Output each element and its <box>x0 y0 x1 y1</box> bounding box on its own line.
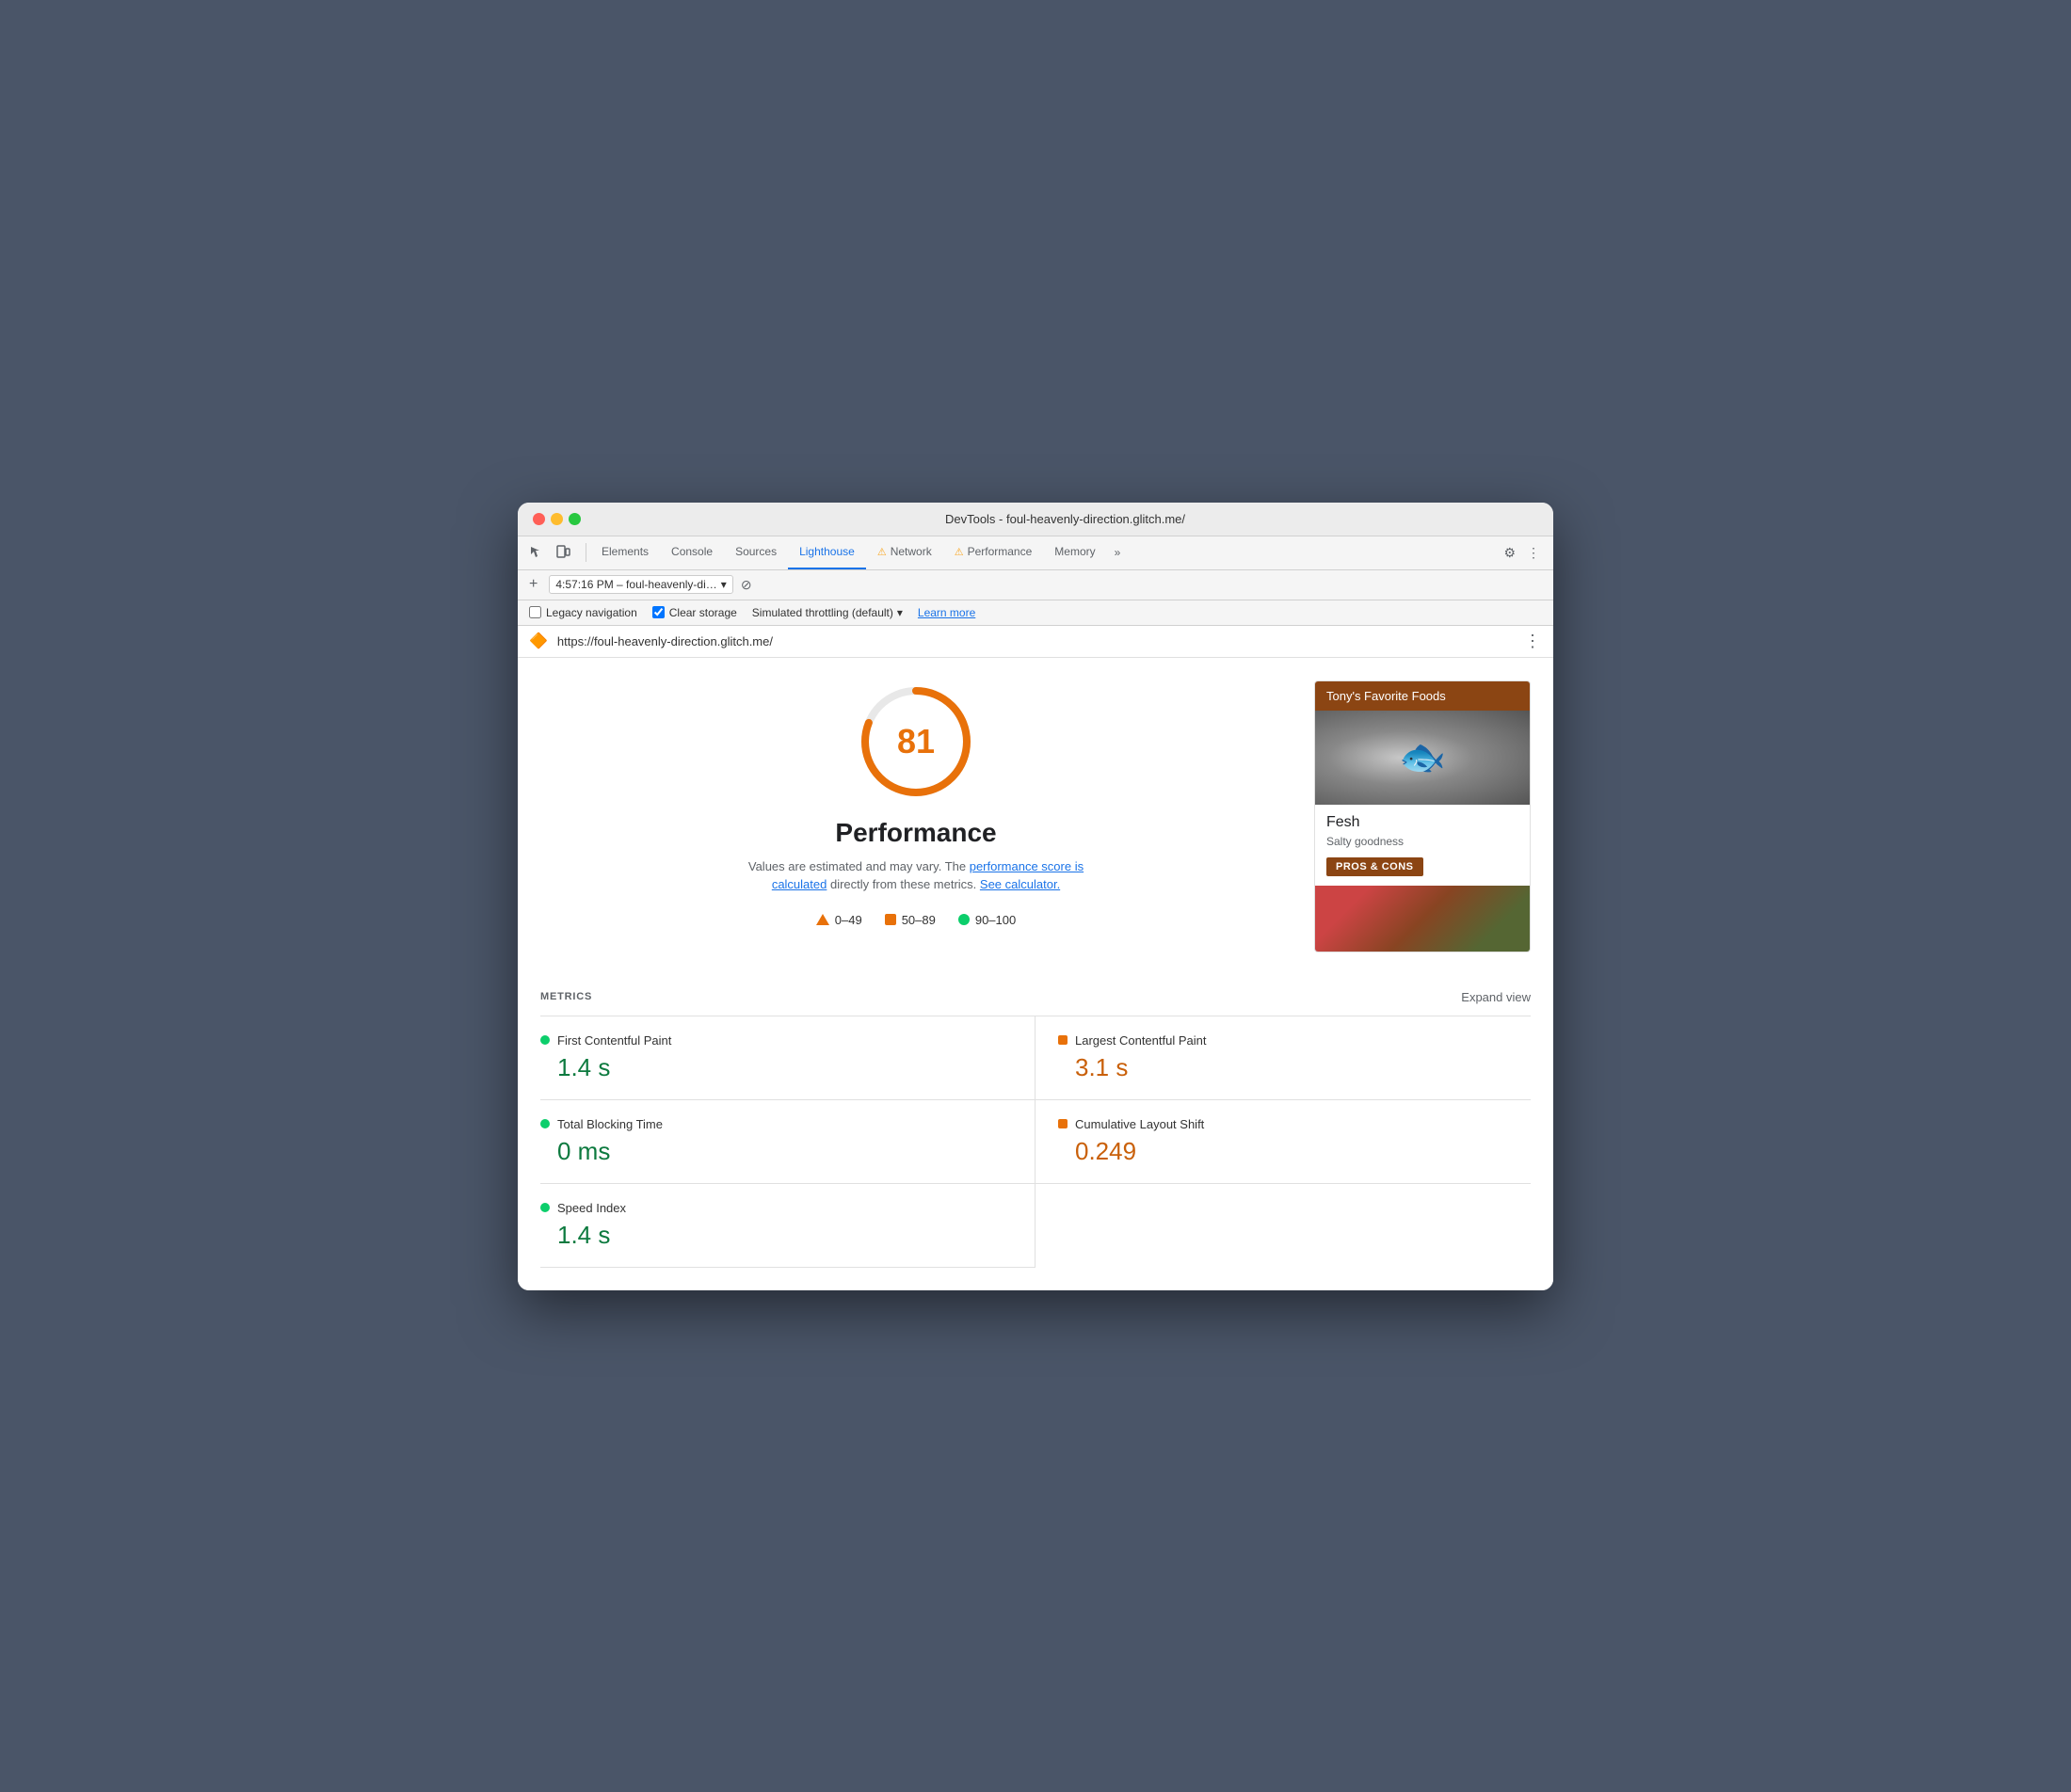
score-section: 81 Performance Values are estimated and … <box>540 680 1292 952</box>
metric-lcp-header: Largest Contentful Paint <box>1058 1033 1531 1048</box>
favicon-icon: 🔶 <box>529 632 548 650</box>
fish-image: 🐟 <box>1315 711 1530 805</box>
add-session-button[interactable]: + <box>525 574 541 595</box>
preview-card: Tony's Favorite Foods 🐟 Fesh Salty goodn… <box>1314 680 1531 952</box>
si-status-dot <box>540 1203 550 1212</box>
preview-card-header: Tony's Favorite Foods <box>1315 681 1530 711</box>
tab-lighthouse[interactable]: Lighthouse <box>788 536 866 569</box>
legacy-navigation-checkbox[interactable] <box>529 606 541 618</box>
metrics-grid: First Contentful Paint 1.4 s Largest Con… <box>540 1016 1531 1268</box>
title-bar: DevTools - foul-heavenly-direction.glitc… <box>518 503 1553 536</box>
options-row: Legacy navigation Clear storage Simulate… <box>518 600 1553 626</box>
preview-item-name: Fesh <box>1326 814 1518 831</box>
preview-item-desc: Salty goodness <box>1326 835 1518 848</box>
tbt-name: Total Blocking Time <box>557 1117 663 1131</box>
settings-icon[interactable]: ⚙ <box>1498 545 1521 561</box>
url-more-options[interactable]: ⋮ <box>1524 632 1542 651</box>
expand-view-button[interactable]: Expand view <box>1461 990 1531 1004</box>
cls-status-dot <box>1058 1119 1068 1128</box>
metric-fcp: First Contentful Paint 1.4 s <box>540 1016 1036 1100</box>
tab-sources[interactable]: Sources <box>724 536 788 569</box>
window-title: DevTools - foul-heavenly-direction.glitc… <box>592 512 1538 526</box>
metric-si: Speed Index 1.4 s <box>540 1184 1036 1268</box>
tab-icon-group <box>525 541 574 564</box>
clear-storage-checkbox[interactable] <box>652 606 665 618</box>
learn-more-link[interactable]: Learn more <box>918 606 975 619</box>
metric-lcp: Largest Contentful Paint 3.1 s <box>1036 1016 1531 1100</box>
metric-tbt: Total Blocking Time 0 ms <box>540 1100 1036 1184</box>
devtools-tabs-bar: Elements Console Sources Lighthouse ⚠ Ne… <box>518 536 1553 570</box>
traffic-lights <box>533 513 581 525</box>
inspect-icon[interactable] <box>525 541 548 564</box>
performance-description: Values are estimated and may vary. The p… <box>737 857 1095 894</box>
tab-network[interactable]: ⚠ Network <box>866 536 943 569</box>
fcp-status-dot <box>540 1035 550 1045</box>
metric-fcp-header: First Contentful Paint <box>540 1033 1012 1048</box>
legend-ok: 50–89 <box>885 913 936 927</box>
performance-warning-icon: ⚠ <box>955 546 964 558</box>
legacy-navigation-option[interactable]: Legacy navigation <box>529 606 637 619</box>
metrics-label: METRICS <box>540 991 592 1002</box>
network-warning-icon: ⚠ <box>877 546 887 558</box>
pros-cons-button[interactable]: PROS & CONS <box>1326 857 1423 876</box>
fcp-value: 1.4 s <box>540 1053 1012 1082</box>
throttle-dropdown-icon: ▾ <box>897 606 903 619</box>
lcp-name: Largest Contentful Paint <box>1075 1033 1206 1048</box>
metric-cls: Cumulative Layout Shift 0.249 <box>1036 1100 1531 1184</box>
devtools-window: DevTools - foul-heavenly-direction.glitc… <box>518 503 1553 1290</box>
clear-storage-option[interactable]: Clear storage <box>652 606 737 619</box>
metric-cls-header: Cumulative Layout Shift <box>1058 1117 1531 1131</box>
cls-name: Cumulative Layout Shift <box>1075 1117 1204 1131</box>
calculator-link[interactable]: See calculator. <box>980 877 1060 891</box>
session-label: 4:57:16 PM – foul-heavenly-di… <box>555 578 716 591</box>
metrics-section: METRICS Expand view First Contentful Pai… <box>518 975 1553 1290</box>
preview-card-body: Fesh Salty goodness PROS & CONS <box>1315 805 1530 886</box>
url-text: https://foul-heavenly-direction.glitch.m… <box>557 634 1515 648</box>
session-dropdown-icon: ▾ <box>721 578 727 591</box>
metric-si-header: Speed Index <box>540 1201 1012 1215</box>
tab-performance[interactable]: ⚠ Performance <box>943 536 1044 569</box>
legend-ok-label: 50–89 <box>902 913 936 927</box>
score-value: 81 <box>897 722 935 761</box>
legend-bad: 0–49 <box>816 913 862 927</box>
legend-bad-label: 0–49 <box>835 913 862 927</box>
preview-second-image <box>1315 886 1530 952</box>
session-selector[interactable]: 4:57:16 PM – foul-heavenly-di… ▾ <box>549 575 732 594</box>
legend-good-label: 90–100 <box>975 913 1016 927</box>
tab-console[interactable]: Console <box>660 536 724 569</box>
metric-tbt-header: Total Blocking Time <box>540 1117 1012 1131</box>
minimize-button[interactable] <box>551 513 563 525</box>
close-button[interactable] <box>533 513 545 525</box>
square-icon <box>885 914 896 925</box>
lcp-value: 3.1 s <box>1058 1053 1531 1082</box>
tbt-status-dot <box>540 1119 550 1128</box>
cls-value: 0.249 <box>1058 1137 1531 1166</box>
score-circle: 81 <box>855 680 977 803</box>
si-value: 1.4 s <box>540 1221 1012 1250</box>
url-bar: 🔶 https://foul-heavenly-direction.glitch… <box>518 626 1553 658</box>
metrics-header: METRICS Expand view <box>540 975 1531 1016</box>
performance-title: Performance <box>835 818 996 848</box>
preview-card-image: 🐟 <box>1315 711 1530 805</box>
lcp-status-dot <box>1058 1035 1068 1045</box>
tbt-value: 0 ms <box>540 1137 1012 1166</box>
triangle-icon <box>816 914 829 925</box>
score-legend: 0–49 50–89 90–100 <box>816 913 1016 927</box>
maximize-button[interactable] <box>569 513 581 525</box>
tab-elements[interactable]: Elements <box>590 536 660 569</box>
more-tabs-button[interactable]: » <box>1107 546 1129 559</box>
fcp-name: First Contentful Paint <box>557 1033 671 1048</box>
throttle-selector[interactable]: Simulated throttling (default) ▾ <box>752 606 903 619</box>
more-options-icon[interactable]: ⋮ <box>1521 545 1546 561</box>
clear-session-button[interactable]: ⊘ <box>741 577 752 593</box>
toolbar: + 4:57:16 PM – foul-heavenly-di… ▾ ⊘ <box>518 570 1553 600</box>
main-content: 81 Performance Values are estimated and … <box>518 658 1553 975</box>
device-toolbar-icon[interactable] <box>552 541 574 564</box>
si-name: Speed Index <box>557 1201 626 1215</box>
legend-good: 90–100 <box>958 913 1016 927</box>
tab-memory[interactable]: Memory <box>1043 536 1106 569</box>
circle-icon <box>958 914 970 925</box>
